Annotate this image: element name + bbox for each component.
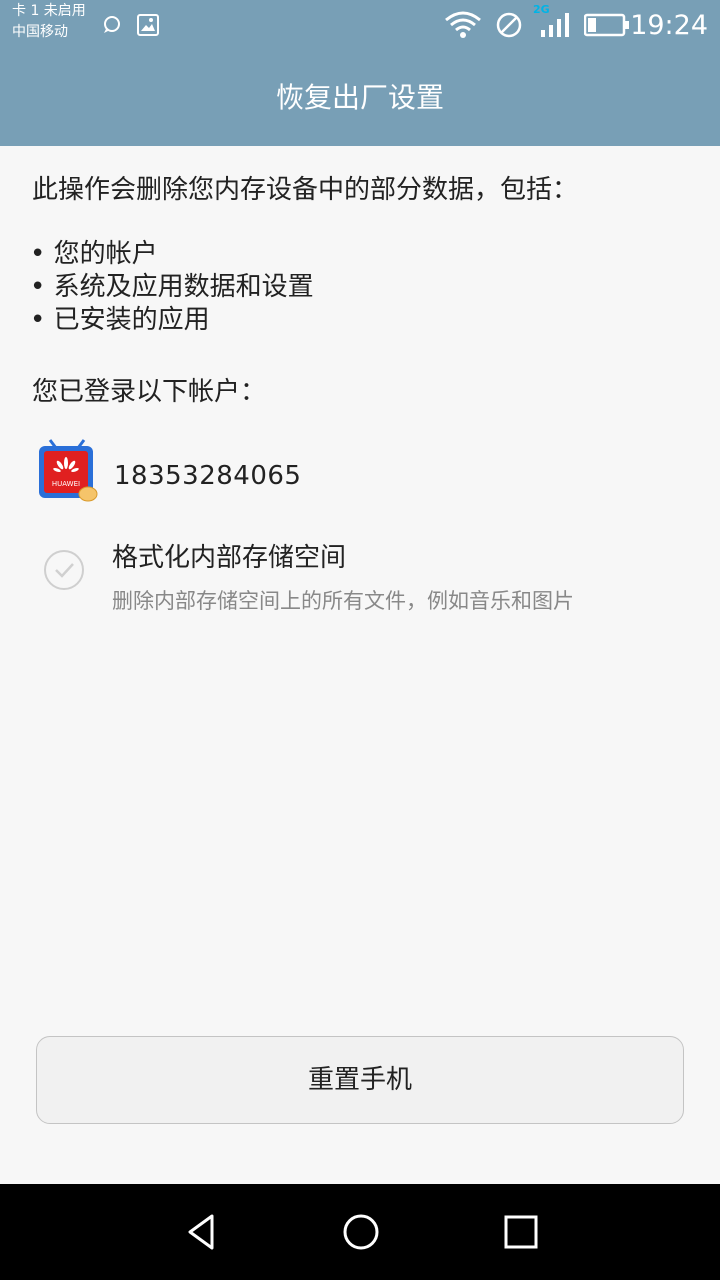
- reset-phone-button[interactable]: 重置手机: [36, 1036, 684, 1124]
- accounts-label: 您已登录以下帐户：: [32, 377, 267, 407]
- data-list: 您的帐户 系统及应用数据和设置 已安装的应用: [30, 238, 314, 337]
- format-storage-checkbox[interactable]: [44, 550, 84, 590]
- huawei-account-icon: HUAWEI: [39, 439, 98, 502]
- status-bar: 卡 1 未启用 中国移动 2G 19:24: [0, 0, 720, 50]
- recents-icon[interactable]: [499, 1210, 543, 1254]
- main-content: 此操作会删除您内存设备中的部分数据，包括： 您的帐户 系统及应用数据和设置 已安…: [0, 146, 720, 1184]
- check-icon: [55, 563, 74, 578]
- navigation-bar: [0, 1184, 720, 1280]
- account-number: 18353284065: [114, 461, 302, 491]
- signal-icon: [541, 13, 569, 37]
- list-item: 您的帐户: [30, 238, 314, 271]
- huawei-logo-text: HUAWEI: [52, 480, 80, 488]
- carrier-status-sim1: 卡 1 未启用: [12, 3, 86, 19]
- status-time: 19:24: [630, 10, 708, 41]
- home-icon[interactable]: [339, 1210, 383, 1254]
- message-icon: [104, 16, 120, 33]
- format-storage-option[interactable]: 格式化内部存储空间 删除内部存储空间上的所有文件，例如音乐和图片: [0, 534, 720, 624]
- app-header: 卡 1 未启用 中国移动 2G 19:24 恢复出厂设置: [0, 0, 720, 146]
- page-title: 恢复出厂设置: [275, 81, 444, 114]
- warning-intro-text: 此操作会删除您内存设备中的部分数据，包括：: [32, 175, 579, 205]
- format-storage-title: 格式化内部存储空间: [112, 543, 347, 573]
- list-item: 已安装的应用: [30, 304, 314, 337]
- no-sim-icon: [496, 12, 522, 38]
- format-storage-subtitle: 删除内部存储空间上的所有文件，例如音乐和图片: [112, 589, 574, 613]
- image-icon: [137, 14, 159, 36]
- back-icon[interactable]: [180, 1210, 224, 1254]
- list-item: 系统及应用数据和设置: [30, 271, 314, 304]
- carrier-name: 中国移动: [12, 24, 68, 40]
- wifi-icon: [445, 11, 481, 38]
- battery-icon: [584, 13, 629, 37]
